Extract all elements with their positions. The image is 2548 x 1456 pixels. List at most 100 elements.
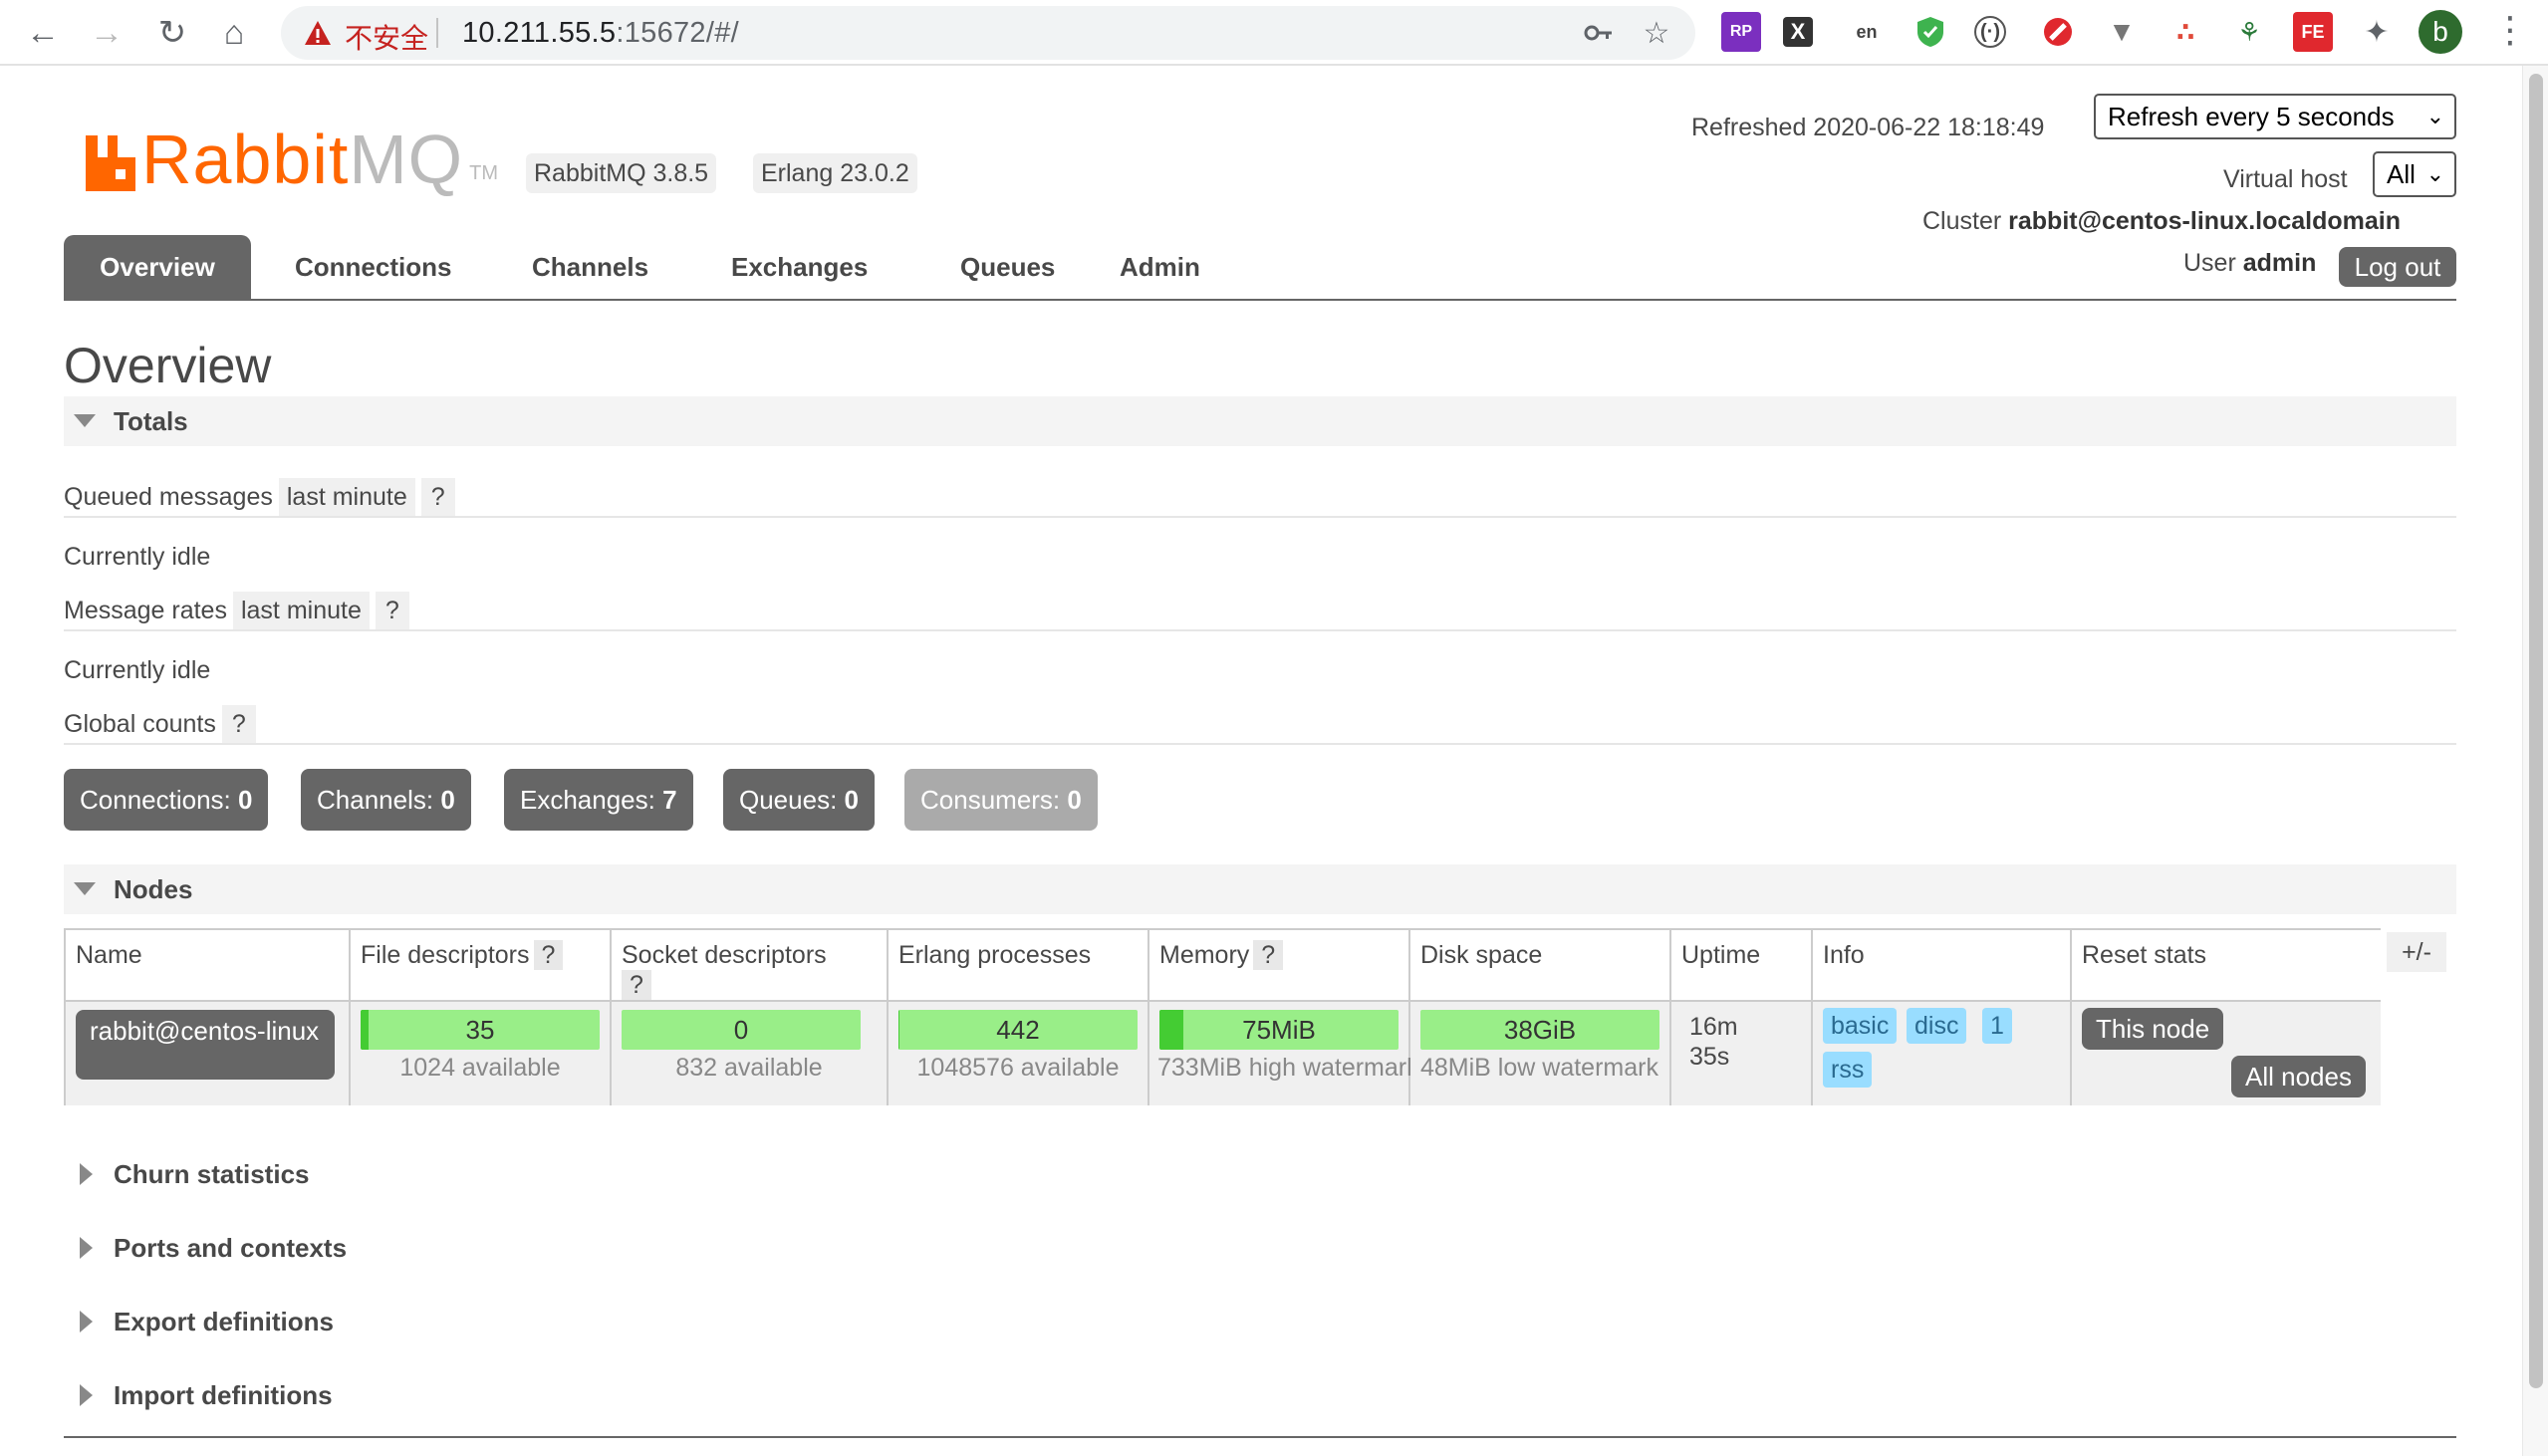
vue-extension-icon[interactable]: ▼ xyxy=(2102,12,2142,52)
queues-count-button[interactable]: Queues: 0 xyxy=(723,769,875,831)
x-extension-icon[interactable]: X xyxy=(1783,17,1813,47)
tab-exchanges[interactable]: Exchanges xyxy=(701,235,897,299)
virtual-host-value: All xyxy=(2387,159,2416,189)
profile-avatar[interactable]: b xyxy=(2419,10,2462,54)
reset-all-nodes-button[interactable]: All nodes xyxy=(2231,1056,2366,1097)
erlang-processes-value: 442 xyxy=(996,1015,1040,1045)
connections-count-label: Connections: xyxy=(80,785,231,815)
connections-count-button[interactable]: Connections: 0 xyxy=(64,769,269,831)
browser-menu-icon[interactable]: ⋮ xyxy=(2492,10,2528,54)
column-header-label: File descriptors xyxy=(361,941,530,969)
tab-channels[interactable]: Channels xyxy=(502,235,678,299)
tab-admin[interactable]: Admin xyxy=(1090,235,1230,299)
help-button[interactable]: ? xyxy=(533,940,564,970)
tab-connections[interactable]: Connections xyxy=(265,235,481,299)
expand-triangle-icon xyxy=(80,1237,93,1259)
memory-bar-fill xyxy=(1159,1010,1183,1050)
tab-overview[interactable]: Overview xyxy=(64,235,251,299)
help-button[interactable]: ? xyxy=(221,705,256,743)
table-cell: 35 1024 available xyxy=(351,1002,610,1105)
disk-space-value: 38GiB xyxy=(1503,1015,1577,1045)
shield-extension-icon[interactable] xyxy=(1911,12,1950,52)
info-tag-disc[interactable]: disc xyxy=(1907,1008,1967,1044)
socket-descriptors-column: Socket descriptors? 0 832 available xyxy=(612,930,889,1105)
socket-descriptors-bar: 0 xyxy=(622,1010,861,1050)
cluster-label: Cluster xyxy=(1922,207,2002,235)
page-scrollbar[interactable] xyxy=(2522,66,2548,1456)
export-definitions-section[interactable]: Export definitions xyxy=(64,1297,1060,1346)
logo-tm: TM xyxy=(469,162,498,184)
translate-extension-icon[interactable]: en xyxy=(1847,12,1887,52)
virtual-host-select[interactable]: All ⌄ xyxy=(2373,151,2456,197)
column-header-name: Name xyxy=(66,930,349,1002)
url-text[interactable]: 10.211.55.5:15672/#/ xyxy=(462,17,739,50)
column-header-reset-stats: Reset stats xyxy=(2072,930,2381,1002)
rates-range-selector[interactable]: last minute xyxy=(232,592,370,629)
erlang-processes-bar: 442 xyxy=(898,1010,1138,1050)
global-counts-label: Global counts xyxy=(64,710,216,738)
refreshed-timestamp: Refreshed 2020-06-22 18:18:49 xyxy=(1691,114,2045,141)
reset-this-node-button[interactable]: This node xyxy=(2082,1008,2224,1050)
consumers-count-button[interactable]: Consumers: 0 xyxy=(904,769,1098,831)
url-path: :15672/#/ xyxy=(616,17,740,49)
nodes-section-header[interactable]: Nodes xyxy=(64,864,2456,914)
scrollbar-thumb[interactable] xyxy=(2529,74,2543,1388)
totals-section-header[interactable]: Totals xyxy=(64,396,2456,446)
toggle-columns-button[interactable]: +/- xyxy=(2387,932,2446,972)
insecure-label[interactable]: 不安全 xyxy=(345,17,428,57)
channels-count-button[interactable]: Channels: 0 xyxy=(301,769,471,831)
cluster-info: Cluster rabbit@centos-linux.localdomain xyxy=(1922,207,2401,236)
home-icon[interactable]: ⌂ xyxy=(211,10,257,56)
bookmark-star-icon[interactable]: ☆ xyxy=(1640,16,1673,50)
forward-icon[interactable]: → xyxy=(84,10,129,56)
disk-space-column: Disk space 38GiB 48MiB low watermark xyxy=(1410,930,1671,1105)
section-title: Ports and contexts xyxy=(114,1233,348,1263)
fehelper-extension-icon[interactable]: FE xyxy=(2293,12,2333,52)
back-icon[interactable]: ← xyxy=(20,10,66,56)
help-button[interactable]: ? xyxy=(375,592,409,629)
extensions-puzzle-icon[interactable]: ✦ xyxy=(2357,12,2397,52)
info-tag-count[interactable]: 1 xyxy=(1982,1008,2012,1044)
column-header-memory: Memory? xyxy=(1149,930,1408,1002)
leaf-extension-icon[interactable]: ⚘ xyxy=(2229,12,2269,52)
socket-descriptors-available: 832 available xyxy=(675,1054,823,1082)
erlang-processes-available: 1048576 available xyxy=(916,1054,1120,1082)
file-descriptors-bar: 35 xyxy=(361,1010,600,1050)
ports-and-contexts-section[interactable]: Ports and contexts xyxy=(64,1223,1060,1273)
exchanges-count-button[interactable]: Exchanges: 7 xyxy=(504,769,693,831)
logo-text-rabbit: Rabbit xyxy=(141,121,350,198)
molecule-extension-icon[interactable]: ∴ xyxy=(2166,12,2205,52)
info-tag-rss[interactable]: rss xyxy=(1823,1052,1873,1088)
import-definitions-section[interactable]: Import definitions xyxy=(64,1370,1060,1420)
help-button[interactable]: ? xyxy=(420,478,455,516)
table-cell: 16m 35s xyxy=(1671,1002,1811,1105)
info-column: Info basic disc 1 rss xyxy=(1813,930,2072,1105)
tab-queues[interactable]: Queues xyxy=(930,235,1085,299)
uptime-value: 16m 35s xyxy=(1689,1012,1738,1072)
warning-icon[interactable] xyxy=(303,18,333,48)
node-name-link[interactable]: rabbit@centos-linux xyxy=(76,1010,335,1080)
column-header-label: Socket descriptors xyxy=(622,941,827,969)
jsonview-extension-icon[interactable]: (·) xyxy=(1974,16,2006,48)
table-cell: 0 832 available xyxy=(612,1002,887,1105)
consumers-count-value: 0 xyxy=(1067,785,1082,815)
help-button[interactable]: ? xyxy=(1253,940,1284,970)
key-icon[interactable] xyxy=(1582,16,1616,50)
rabbitmq-version-badge: RabbitMQ 3.8.5 xyxy=(526,153,717,193)
message-rates-label: Message rates xyxy=(64,597,227,624)
queued-range-selector[interactable]: last minute xyxy=(278,478,415,516)
omnibox-divider xyxy=(436,18,438,48)
queued-messages-row: Queued messages last minute? xyxy=(64,478,455,516)
uptime-column: Uptime 16m 35s xyxy=(1671,930,1813,1105)
reload-icon[interactable]: ↻ xyxy=(149,10,195,56)
help-button[interactable]: ? xyxy=(622,970,651,1000)
axure-rp-extension-icon[interactable]: RP xyxy=(1721,12,1761,52)
info-tag-basic[interactable]: basic xyxy=(1823,1008,1898,1044)
address-bar[interactable]: 不安全 10.211.55.5:15672/#/ ☆ xyxy=(281,6,1695,60)
refresh-interval-select[interactable]: Refresh every 5 seconds ⌄ xyxy=(2094,94,2456,139)
churn-statistics-section[interactable]: Churn statistics xyxy=(64,1149,1060,1199)
cluster-name: rabbit@centos-linux.localdomain xyxy=(2008,207,2402,235)
block-extension-icon[interactable] xyxy=(2038,12,2078,52)
queued-messages-label: Queued messages xyxy=(64,483,273,511)
rabbitmq-logo-icon xyxy=(86,135,135,191)
